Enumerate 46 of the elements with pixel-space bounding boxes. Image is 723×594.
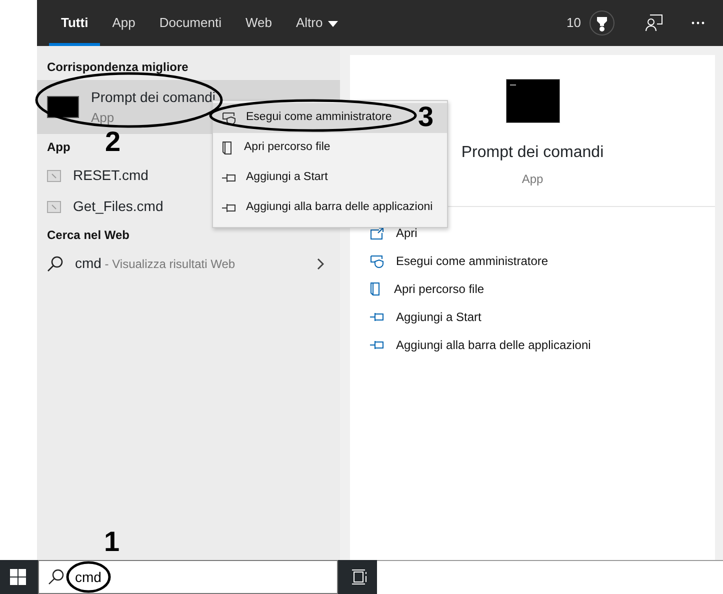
file-icon: [47, 200, 61, 212]
result-label: RESET.cmd: [73, 166, 148, 185]
shield-icon: [370, 254, 384, 268]
action-link[interactable]: Esegui come amministratore: [350, 247, 568, 275]
section-heading: App: [47, 139, 70, 156]
tab[interactable]: App: [100, 0, 148, 46]
shield-icon: [222, 112, 236, 124]
tab[interactable]: Documenti: [147, 0, 234, 46]
section-heading: Cerca nel Web: [47, 227, 130, 244]
action-link[interactable]: Apri percorso file: [350, 275, 504, 303]
action-link[interactable]: Aggiungi a Start: [350, 303, 502, 331]
tab[interactable]: Altro: [284, 0, 350, 46]
result-item[interactable]: cmd - Visualizza risultati Web: [37, 248, 340, 279]
section-heading: Corrispondenza migliore: [47, 59, 188, 76]
chevron-icon: [317, 258, 324, 270]
preview-title: Prompt dei comandi: [461, 143, 604, 163]
pin-icon: [370, 312, 384, 322]
trophy-icon[interactable]: [589, 10, 615, 36]
points-count: 10: [566, 14, 581, 32]
menu-item[interactable]: Aggiungi a Start: [213, 163, 447, 193]
pin-icon: [370, 340, 384, 350]
result-subtitle: App: [91, 108, 116, 127]
search-icon: [47, 256, 63, 272]
pin-icon: [222, 173, 236, 183]
console-icon: [506, 79, 560, 123]
menu-item[interactable]: Apri percorso file: [213, 133, 447, 163]
tab[interactable]: Web: [233, 0, 284, 46]
document-icon: [370, 282, 382, 296]
task-view-icon[interactable]: [352, 569, 368, 585]
result-title: Prompt dei comandi: [91, 88, 216, 107]
windows-icon[interactable]: [10, 569, 26, 585]
pin-icon: [222, 203, 236, 213]
file-icon: [47, 170, 61, 182]
feedback-icon[interactable]: [645, 14, 663, 32]
search-field[interactable]: cmd: [38, 560, 338, 594]
annotation-ellipse: [66, 561, 111, 593]
preview-subtitle: App: [522, 171, 544, 188]
console-icon: [47, 96, 79, 118]
result-label: cmd - Visualizza risultati Web: [75, 254, 236, 273]
more-icon[interactable]: [691, 21, 705, 25]
action-link[interactable]: Aggiungi alla barra delle applicazioni: [350, 331, 611, 359]
annotation-number: 1: [104, 528, 120, 556]
open-icon: [370, 226, 384, 240]
document-icon: [222, 141, 234, 155]
annotation-number: 3: [418, 103, 434, 131]
result-label: Get_Files.cmd: [73, 197, 164, 216]
